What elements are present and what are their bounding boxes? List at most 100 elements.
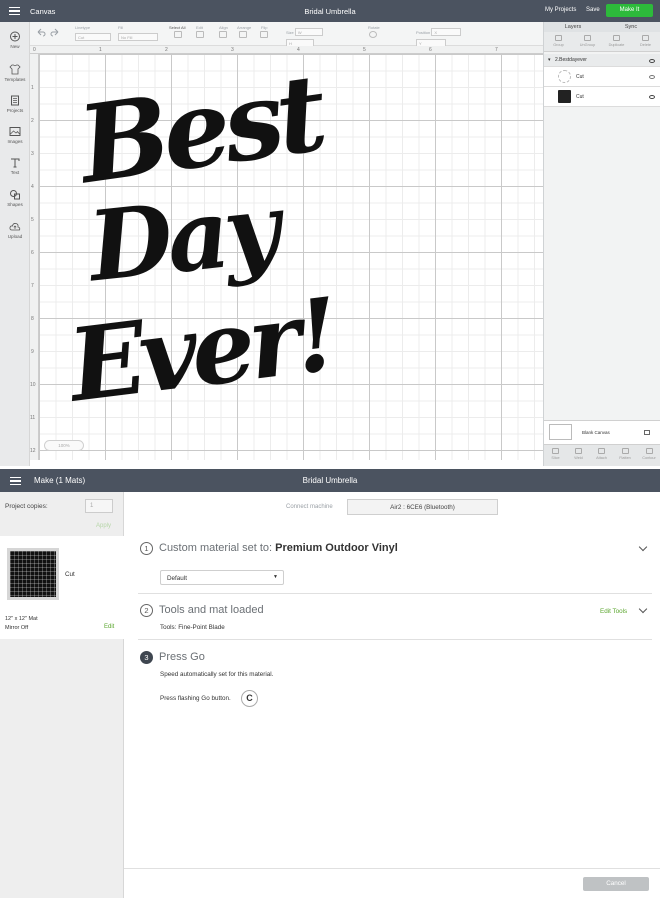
make-title: Make (1 Mats)	[34, 476, 86, 485]
apply-button[interactable]: Apply	[96, 523, 111, 529]
chevron-down-icon[interactable]	[638, 604, 648, 614]
layer-row[interactable]: Cut	[544, 87, 660, 107]
ungroup-button[interactable]: UnGroup	[573, 35, 602, 47]
screen-title: Canvas	[30, 7, 56, 16]
delete-button[interactable]: Delete	[631, 35, 660, 47]
arrange-icon[interactable]	[239, 31, 247, 38]
select-all-label: Select All	[169, 25, 186, 30]
duplicate-icon	[613, 35, 620, 41]
rotate-control[interactable]: Rotate	[368, 25, 392, 30]
ruler-left-tick: 12	[30, 448, 36, 454]
edit-toolbar: Linetype Cut Fill No Fill Select All Edi…	[30, 22, 543, 47]
text-tool[interactable]: Text	[0, 157, 30, 175]
tab-sync[interactable]: Sync	[602, 24, 660, 30]
projects-icon	[11, 95, 19, 106]
fill-control[interactable]: Fill No Fill	[118, 25, 158, 41]
ruler-top-tick: 6	[429, 47, 432, 53]
rotate-icon[interactable]	[369, 31, 377, 38]
attach-button[interactable]: Attach	[590, 448, 613, 460]
linetype-control[interactable]: Linetype Cut	[75, 25, 111, 41]
mat-card[interactable]: Cut 12" x 12" Mat Mirror Off Edit	[0, 536, 124, 639]
artwork-line-day: Day	[83, 171, 281, 304]
weld-button[interactable]: Weld	[567, 448, 590, 460]
contour-button[interactable]: Contour	[637, 448, 660, 460]
position-x-field[interactable]: X	[431, 28, 462, 36]
zoom-control[interactable]: 100%	[44, 440, 84, 451]
shapes-tool[interactable]: Shapes	[0, 189, 30, 207]
new-tool[interactable]: New	[0, 31, 30, 49]
size-control[interactable]: Size W H	[286, 25, 346, 47]
machine-select[interactable]: Air2 : 6CE6 (Bluetooth)	[347, 499, 498, 515]
hamburger-icon[interactable]	[9, 7, 20, 16]
project-copies-stepper[interactable]: 1	[85, 499, 113, 513]
templates-label: Templates	[4, 77, 26, 82]
upload-tool[interactable]: Upload	[0, 221, 30, 239]
tools-detail: Tools: Fine-Point Blade	[160, 624, 225, 631]
layer-row[interactable]: Cut	[544, 67, 660, 87]
layer-group-row[interactable]: ▾ 2.Bestdayever	[544, 54, 660, 67]
my-projects-link[interactable]: My Projects	[545, 7, 576, 13]
chevron-down-icon[interactable]	[638, 542, 648, 552]
hamburger-icon[interactable]	[10, 477, 21, 486]
lettering-artwork[interactable]: Best Day Ever!	[63, 50, 340, 442]
save-link[interactable]: Save	[586, 7, 600, 13]
ruler-top-tick: 1	[99, 47, 102, 53]
duplicate-button[interactable]: Duplicate	[602, 35, 631, 47]
mat-preview-image	[10, 551, 56, 597]
layers-panel: Layers Sync Group UnGroup Duplicate Dele…	[543, 22, 660, 466]
attach-label: Attach	[596, 456, 607, 460]
edit-control[interactable]: Edit	[196, 25, 203, 30]
design-canvas-grid[interactable]: Best Day Ever! 100%	[39, 50, 543, 460]
fill-select[interactable]: No Fill	[118, 33, 158, 41]
make-it-button[interactable]: Make It	[606, 4, 653, 17]
step-title: Press Go	[159, 651, 205, 663]
flip-label: Flip	[261, 25, 268, 30]
cancel-button[interactable]: Cancel	[583, 877, 649, 891]
shapes-icon	[10, 190, 20, 200]
mat-label: Cut	[65, 571, 75, 578]
edit-tools-link[interactable]: Edit Tools	[600, 608, 627, 615]
size-w-field[interactable]: W	[294, 28, 323, 36]
linetype-select[interactable]: Cut	[75, 33, 111, 41]
ruler-left-tick: 7	[31, 283, 34, 289]
chevron-down-icon[interactable]: ▾	[548, 57, 551, 63]
ruler-left-tick: 8	[31, 316, 34, 322]
slice-button[interactable]: Slice	[544, 448, 567, 460]
select-all-control[interactable]: Select All	[169, 25, 185, 30]
slice-icon	[552, 448, 559, 454]
group-icon	[555, 35, 562, 41]
select-all-icon[interactable]	[174, 31, 182, 38]
flip-control[interactable]: Flip	[261, 25, 267, 30]
pressure-dropdown[interactable]: Default ▼	[160, 570, 284, 585]
mat-edit-link[interactable]: Edit	[104, 624, 114, 630]
group-button[interactable]: Group	[544, 35, 573, 47]
size-label: Size	[286, 30, 294, 35]
eye-hidden-icon[interactable]	[649, 75, 655, 79]
align-control[interactable]: Align	[219, 25, 228, 30]
ruler-left-tick: 2	[31, 118, 34, 124]
ruler-left-tick: 3	[31, 151, 34, 157]
layers-panel-icon[interactable]	[644, 430, 650, 435]
images-tool[interactable]: Images	[0, 126, 30, 144]
undo-icon[interactable]	[36, 28, 46, 37]
weld-label: Weld	[574, 456, 583, 460]
ruler-left-tick: 10	[30, 382, 36, 388]
position-label: Position	[416, 30, 431, 35]
redo-icon[interactable]	[50, 28, 60, 37]
position-control[interactable]: Position X Y	[416, 25, 480, 47]
flatten-button[interactable]: Flatten	[613, 448, 637, 460]
eye-icon[interactable]	[649, 59, 655, 63]
projects-tool[interactable]: Projects	[0, 95, 30, 113]
canvas-app-bar: Canvas Bridal Umbrella My Projects Save …	[0, 0, 660, 22]
edit-icon[interactable]	[196, 31, 204, 38]
align-icon[interactable]	[219, 31, 227, 38]
mirror-status: Mirror Off	[5, 625, 29, 631]
tab-layers[interactable]: Layers	[544, 24, 602, 30]
eye-icon[interactable]	[649, 95, 655, 99]
arrange-control[interactable]: Arrange	[237, 25, 251, 30]
artwork-line-ever: Ever!	[62, 275, 340, 425]
divider	[124, 868, 660, 869]
flip-icon[interactable]	[260, 31, 268, 38]
blank-canvas-row[interactable]: Blank Canvas	[544, 420, 660, 444]
templates-tool[interactable]: Templates	[0, 64, 30, 82]
